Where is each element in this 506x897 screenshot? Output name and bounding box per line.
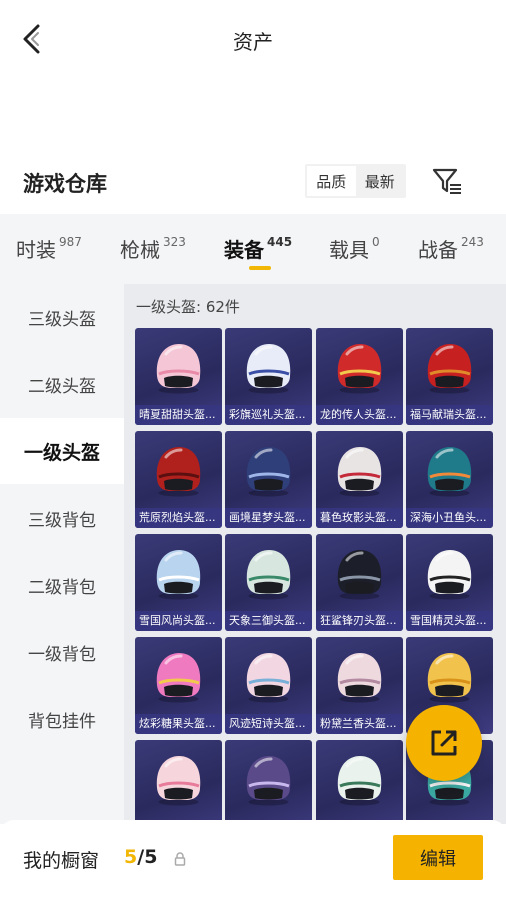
helmet-icon	[427, 447, 472, 497]
item-card-name: 深海小丑鱼头...	[406, 508, 493, 528]
page-title: 资产	[233, 30, 273, 54]
item-card[interactable]: 天象三御头盔...	[225, 534, 312, 631]
helmet-icon	[156, 756, 201, 806]
helmet-icon	[427, 344, 472, 394]
share-button[interactable]	[406, 705, 482, 781]
section-header: 游戏仓库 品质 最新	[0, 160, 506, 204]
helmet-icon	[156, 653, 201, 703]
item-card[interactable]: 暮色玫影头盔...	[316, 431, 403, 528]
tab-count: 243	[461, 235, 484, 249]
item-card-name: 彩旗巡礼头盔...	[225, 405, 312, 425]
top-bar: 资产	[0, 0, 506, 80]
filter-icon[interactable]	[430, 164, 464, 198]
item-card[interactable]: 彩旗巡礼头盔...	[225, 328, 312, 425]
showcase-count: 5/5	[124, 846, 157, 868]
helmet-icon	[337, 550, 382, 600]
item-card-name: 风迹短诗头盔...	[225, 714, 312, 734]
tab-label: 载具	[329, 238, 369, 262]
tab-count: 0	[372, 235, 380, 249]
sidebar-item-level1-helmet[interactable]: 一级头盔	[0, 418, 124, 484]
sidebar-item-backpack-charm[interactable]: 背包挂件	[0, 686, 124, 752]
tab-fashion[interactable]: 时装 987	[16, 234, 82, 263]
tab-label: 枪械	[120, 238, 160, 262]
helmet-icon	[337, 344, 382, 394]
tab-count: 987	[59, 235, 82, 249]
item-card[interactable]	[135, 740, 222, 824]
helmet-icon	[246, 653, 291, 703]
section-title: 游戏仓库	[23, 172, 107, 196]
sidebar-item-level1-backpack[interactable]: 一级背包	[0, 619, 124, 685]
item-card[interactable]: 风迹短诗头盔...	[225, 637, 312, 734]
item-card-name: 荒原烈焰头盔...	[135, 508, 222, 528]
showcase-current: 5	[124, 846, 138, 868]
helmet-icon	[337, 756, 382, 806]
showcase-label: 我的橱窗	[23, 850, 100, 872]
item-card-name: 粉黛兰香头盔...	[316, 714, 403, 734]
item-card[interactable]: 福马献瑞头盔...	[406, 328, 493, 425]
item-card[interactable]: 晴夏甜甜头盔...	[135, 328, 222, 425]
lock-icon	[174, 851, 186, 866]
helmet-icon	[156, 550, 201, 600]
item-card-name: 炫彩糖果头盔...	[135, 714, 222, 734]
item-card[interactable]: 雪国风尚头盔...	[135, 534, 222, 631]
item-card-name: 画境星梦头盔...	[225, 508, 312, 528]
tab-label: 装备	[224, 238, 264, 262]
sidebar-item-level3-helmet[interactable]: 三级头盔	[0, 284, 124, 350]
helmet-icon	[246, 756, 291, 806]
item-card[interactable]: 雪国精灵头盔...	[406, 534, 493, 631]
sort-quality-button[interactable]: 品质	[307, 166, 356, 196]
item-card-name: 雪国风尚头盔...	[135, 611, 222, 631]
item-card[interactable]	[316, 740, 403, 824]
edit-button[interactable]: 编辑	[393, 835, 483, 880]
tab-count: 445	[267, 235, 293, 249]
tab-vehicles[interactable]: 载具 0	[329, 234, 380, 263]
helmet-icon	[427, 653, 472, 703]
helmet-icon	[337, 653, 382, 703]
showcase-bar: 我的橱窗 5/5 编辑	[0, 820, 506, 897]
tab-weapons[interactable]: 枪械 323	[120, 234, 186, 263]
tab-supplies[interactable]: 战备 243	[418, 234, 484, 263]
helmet-icon	[246, 550, 291, 600]
helmet-icon	[246, 344, 291, 394]
helmet-icon	[156, 447, 201, 497]
item-card-name: 雪国精灵头盔...	[406, 611, 493, 631]
sidebar-item-level2-backpack[interactable]: 二级背包	[0, 552, 124, 618]
item-card[interactable]: 画境星梦头盔...	[225, 431, 312, 528]
tab-label: 战备	[418, 238, 458, 262]
item-card[interactable]: 荒原烈焰头盔...	[135, 431, 222, 528]
item-card[interactable]: 龙的传人头盔...	[316, 328, 403, 425]
item-card[interactable]: 深海小丑鱼头...	[406, 431, 493, 528]
item-card[interactable]: 粉黛兰香头盔...	[316, 637, 403, 734]
item-card-name: 狂鲨锋刃头盔...	[316, 611, 403, 631]
item-card-name: 龙的传人头盔...	[316, 405, 403, 425]
item-card-name: 晴夏甜甜头盔...	[135, 405, 222, 425]
item-card-name: 福马献瑞头盔...	[406, 405, 493, 425]
helmet-icon	[156, 344, 201, 394]
sidebar-item-level2-helmet[interactable]: 二级头盔	[0, 351, 124, 417]
active-tab-indicator	[249, 266, 271, 270]
item-card[interactable]	[225, 740, 312, 824]
sidebar: 三级头盔 二级头盔 一级头盔 三级背包 二级背包 一级背包 背包挂件	[0, 284, 124, 824]
external-link-icon	[431, 730, 457, 756]
helmet-icon	[427, 550, 472, 600]
helmet-icon	[337, 447, 382, 497]
sort-toggle: 品质 最新	[305, 164, 406, 198]
showcase-total: 5	[144, 846, 158, 868]
grid-count-label: 一级头盔: 62件	[136, 298, 240, 316]
tab-equipment[interactable]: 装备 445	[224, 234, 292, 263]
category-tabs: 时装 987 枪械 323 装备 445 载具 0 战备 243	[0, 214, 506, 284]
item-card[interactable]: 炫彩糖果头盔...	[135, 637, 222, 734]
sort-newest-button[interactable]: 最新	[356, 166, 405, 196]
helmet-icon	[246, 447, 291, 497]
tab-label: 时装	[16, 238, 56, 262]
item-card[interactable]: 狂鲨锋刃头盔...	[316, 534, 403, 631]
tab-count: 323	[163, 235, 186, 249]
item-card-name: 暮色玫影头盔...	[316, 508, 403, 528]
item-card-name: 天象三御头盔...	[225, 611, 312, 631]
sidebar-item-level3-backpack[interactable]: 三级背包	[0, 485, 124, 551]
